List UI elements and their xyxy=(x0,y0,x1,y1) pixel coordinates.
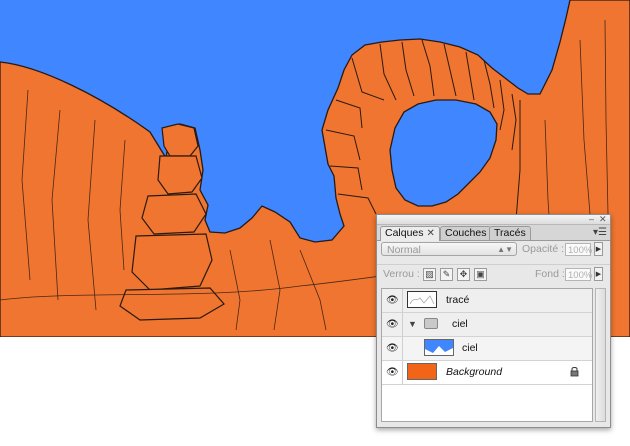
tab-couches-label: Couches xyxy=(445,227,487,239)
eye-icon[interactable]: 👁 xyxy=(386,344,399,354)
blend-mode-select[interactable]: Normal ▲▼ xyxy=(381,242,517,256)
layers-list: 👁 tracé 👁 ▼ ciel 👁 ciel 👁 Background xyxy=(381,288,593,422)
layer-name: ciel xyxy=(462,342,478,354)
eye-icon[interactable]: 👁 xyxy=(386,368,399,378)
fill-field[interactable]: 100% xyxy=(565,268,592,281)
tab-traces-label: Tracés xyxy=(494,227,526,239)
lock-fill-row: Verrou : ▨ ✎ ✥ ▣ Fond : 100% ▶ xyxy=(377,264,610,285)
layers-scrollbar[interactable] xyxy=(595,288,606,422)
tab-traces[interactable]: Tracés xyxy=(489,226,531,240)
divider xyxy=(402,337,403,360)
layer-trace[interactable]: 👁 tracé xyxy=(382,289,592,313)
lock-label: Verrou : xyxy=(383,268,420,280)
divider xyxy=(402,361,403,384)
tab-calques[interactable]: Calques ✕ xyxy=(380,226,440,241)
lock-transparent-icon[interactable]: ▨ xyxy=(423,268,436,281)
layer-thumbnail-ciel xyxy=(424,339,454,356)
select-arrows-icon: ▲▼ xyxy=(497,245,513,254)
blend-opacity-row: Normal ▲▼ Opacité : 100% ▶ xyxy=(377,241,610,259)
panel-menu-icon[interactable]: ▾☰ xyxy=(593,227,607,238)
fill-label: Fond : xyxy=(535,268,565,280)
layer-ciel[interactable]: 👁 ciel xyxy=(382,337,592,361)
layer-thumbnail-trace xyxy=(407,291,437,308)
sky-thumb-icon xyxy=(425,346,453,355)
layer-name: ciel xyxy=(452,318,468,330)
expand-triangle-icon[interactable]: ▼ xyxy=(408,319,417,329)
blend-mode-value: Normal xyxy=(387,244,421,256)
panel-titlebar[interactable]: – ✕ xyxy=(377,215,610,225)
lock-brush-icon[interactable]: ✎ xyxy=(440,268,453,281)
fill-arrow-icon[interactable]: ▶ xyxy=(594,267,603,281)
lock-all-icon[interactable]: ▣ xyxy=(474,268,487,281)
tab-couches[interactable]: Couches xyxy=(440,226,492,240)
opacity-label: Opacité : xyxy=(522,243,565,255)
layer-name: Background xyxy=(446,366,503,378)
panel-tabs: Calques ✕ Couches Tracés ▾☰ xyxy=(377,225,610,241)
tab-close-icon[interactable]: ✕ xyxy=(427,228,435,239)
lock-icon xyxy=(570,366,579,377)
folder-icon xyxy=(424,318,438,329)
layers-panel: – ✕ Calques ✕ Couches Tracés ▾☰ Normal ▲▼… xyxy=(376,214,611,428)
panel-close-icon[interactable]: ✕ xyxy=(599,215,607,224)
opacity-field[interactable]: 100% xyxy=(565,243,592,256)
eye-icon[interactable]: 👁 xyxy=(386,296,399,306)
tab-calques-label: Calques xyxy=(385,227,424,239)
divider xyxy=(402,313,403,336)
layer-background[interactable]: 👁 Background xyxy=(382,361,592,385)
layer-name: tracé xyxy=(446,294,470,306)
layer-thumbnail-background xyxy=(407,363,437,380)
lock-move-icon[interactable]: ✥ xyxy=(457,268,470,281)
sketch-thumb-icon xyxy=(409,295,435,305)
layer-group-ciel[interactable]: 👁 ▼ ciel xyxy=(382,313,592,337)
eye-icon[interactable]: 👁 xyxy=(386,320,399,330)
collapse-icon[interactable]: – xyxy=(589,215,594,224)
divider xyxy=(402,289,403,312)
opacity-arrow-icon[interactable]: ▶ xyxy=(594,242,603,256)
